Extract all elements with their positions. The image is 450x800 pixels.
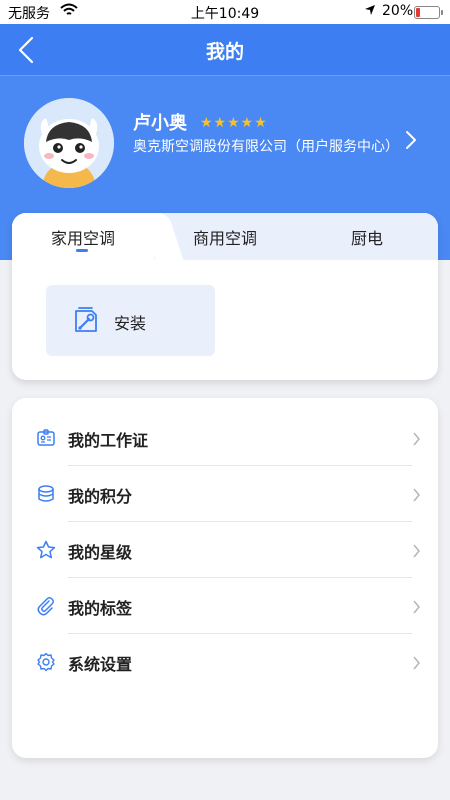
avatar: [24, 98, 114, 188]
tab-commercial-ac[interactable]: 商用空调: [154, 225, 296, 249]
menu-item-label: 我的星级: [68, 543, 133, 562]
badge-icon: [36, 428, 56, 448]
menu-item-label: 我的积分: [68, 487, 133, 506]
menu-item-settings[interactable]: 系统设置: [12, 634, 438, 690]
install-label: 安装: [114, 314, 147, 333]
star-icon: [36, 540, 56, 560]
tab-kitchen-appliances[interactable]: 厨电: [296, 225, 438, 249]
wrench-box-icon: [70, 305, 102, 337]
battery-level: [416, 8, 421, 17]
install-service-tile[interactable]: 安装: [46, 285, 215, 356]
star-rating: ★★★★★: [200, 115, 268, 131]
menu-item-star-level[interactable]: 我的星级: [12, 522, 438, 578]
nav-bar: 我的: [0, 24, 450, 76]
battery-icon: [414, 6, 443, 19]
paperclip-icon: [36, 596, 56, 616]
menu-list: 我的工作证 我的积分 我的星级 我的标签 系统设置: [12, 398, 438, 758]
chevron-right-icon[interactable]: [403, 128, 419, 152]
menu-item-points[interactable]: 我的积分: [12, 466, 438, 522]
chevron-right-icon: [412, 655, 421, 670]
menu-item-tags[interactable]: 我的标签: [12, 578, 438, 634]
chevron-right-icon: [412, 543, 421, 558]
user-name: 卢小奥: [133, 113, 187, 134]
location-arrow-icon: [364, 4, 376, 20]
chevron-right-icon: [412, 599, 421, 614]
tab-home-ac[interactable]: 家用空调: [12, 225, 154, 249]
chevron-right-icon: [412, 431, 421, 446]
battery-percent: 20%: [382, 3, 414, 19]
category-tabs: 家用空调 商用空调 厨电: [12, 213, 438, 260]
coins-icon: [36, 484, 56, 504]
status-bar: 无服务 上午10:49 20%: [0, 0, 450, 24]
menu-item-work-id[interactable]: 我的工作证: [12, 410, 438, 466]
page-title: 我的: [205, 41, 244, 63]
company-name: 奥克斯空调股份有限公司（用户服务中心）: [133, 139, 399, 155]
gear-icon: [36, 652, 56, 672]
menu-item-label: 系统设置: [68, 655, 133, 674]
active-tab-indicator: [76, 249, 88, 252]
category-card: 家用空调 商用空调 厨电 安装: [12, 213, 438, 380]
menu-item-label: 我的标签: [68, 599, 133, 618]
chevron-right-icon: [412, 487, 421, 502]
menu-item-label: 我的工作证: [68, 431, 149, 450]
